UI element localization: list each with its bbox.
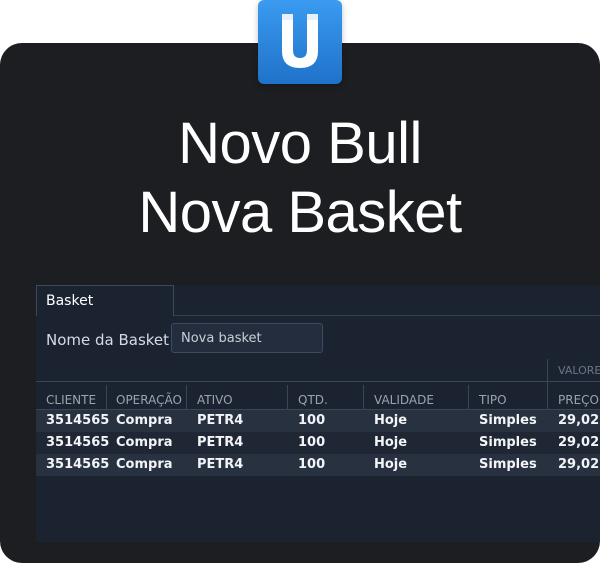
column-divider [547,385,548,409]
cell-qtd: 100 [298,435,326,450]
column-header-ativo[interactable]: ATIVO [197,393,233,407]
headline-line-1: Novo Bull [178,111,422,176]
column-header-preco[interactable]: PREÇO [558,393,599,407]
cell-ativo: PETR4 [197,457,244,472]
cell-ativo: PETR4 [197,435,244,450]
basket-name-input[interactable] [171,323,323,353]
table-row[interactable]: 3514565 Compra PETR4 100 Hoje Simples 29… [36,432,600,454]
cell-preco: 29,02 [558,413,600,428]
column-divider [287,385,288,409]
cell-cliente: 3514565 [46,457,110,472]
cell-operacao: Compra [116,435,173,450]
column-header-cliente[interactable]: CLIENTE [46,393,96,407]
column-divider [363,385,364,409]
valores-group-header: VALORES [558,364,600,377]
column-header-qtd[interactable]: QTD. [298,393,328,407]
cell-qtd: 100 [298,457,326,472]
cell-validade: Hoje [374,413,408,428]
table-row[interactable]: 3514565 Compra PETR4 100 Hoje Simples 29… [36,410,600,432]
cell-operacao: Compra [116,457,173,472]
cell-tipo: Simples [479,413,537,428]
column-divider [186,385,187,409]
cell-qtd: 100 [298,413,326,428]
column-divider [106,385,107,409]
cell-cliente: 3514565 [46,413,110,428]
cell-preco: 29,02 [558,435,600,450]
table-row[interactable]: 3514565 Compra PETR4 100 Hoje Simples 29… [36,454,600,476]
cell-cliente: 3514565 [46,435,110,450]
cell-ativo: PETR4 [197,413,244,428]
cell-validade: Hoje [374,457,408,472]
column-header-tipo[interactable]: TIPO [479,393,507,407]
cell-tipo: Simples [479,435,537,450]
cell-operacao: Compra [116,413,173,428]
tab-basket[interactable]: Basket [36,285,174,316]
headline-line-2: Nova Basket [138,180,462,245]
cell-preco: 29,02 [558,457,600,472]
basket-name-label: Nome da Basket [46,331,170,349]
header-top-divider [36,381,600,382]
cell-tipo: Simples [479,457,537,472]
column-divider [468,385,469,409]
cell-validade: Hoje [374,435,408,450]
u-logo-icon [258,0,342,84]
column-header-validade[interactable]: VALIDADE [374,393,434,407]
tab-basket-label: Basket [46,293,94,309]
column-header-operacao[interactable]: OPERAÇÃO [116,393,182,407]
basket-panel: Basket Nome da Basket VALORES CLIENTE OP… [36,285,600,542]
